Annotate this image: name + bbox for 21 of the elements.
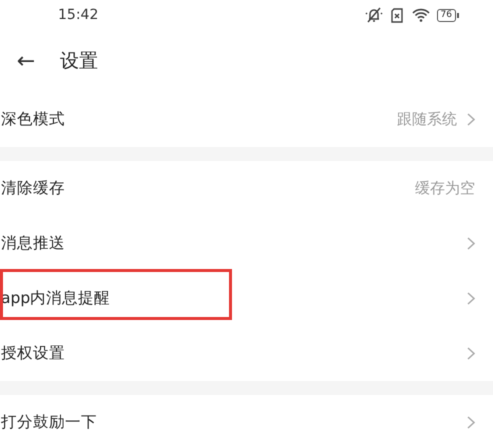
wifi-icon	[412, 8, 430, 22]
settings-row[interactable]: 清除缓存 缓存为空	[0, 161, 493, 216]
setting-label: 授权设置	[1, 343, 66, 364]
setting-label: 深色模式	[1, 109, 66, 130]
setting-value: 跟随系统	[397, 110, 457, 129]
settings-row[interactable]: 打分鼓励一下	[0, 395, 493, 439]
sim-off-icon	[390, 8, 405, 22]
settings-row[interactable]: 授权设置	[0, 326, 493, 381]
page-title: 设置	[60, 49, 98, 74]
setting-label: 清除缓存	[1, 178, 66, 199]
setting-label: app内消息提醒	[1, 288, 112, 309]
setting-label: 消息推送	[1, 233, 66, 254]
back-button[interactable]: ←	[6, 48, 46, 74]
settings-row[interactable]: 消息推送	[0, 216, 493, 271]
settings-row[interactable]: 深色模式 跟随系统	[0, 92, 493, 147]
battery-icon: 76	[436, 8, 459, 22]
setting-label: 打分鼓励一下	[1, 412, 98, 433]
clock-time: 15:42	[58, 7, 100, 23]
setting-value: 缓存为空	[415, 179, 475, 198]
muted-bell-icon	[364, 7, 383, 23]
settings-row[interactable]: app内消息提醒	[0, 271, 493, 326]
